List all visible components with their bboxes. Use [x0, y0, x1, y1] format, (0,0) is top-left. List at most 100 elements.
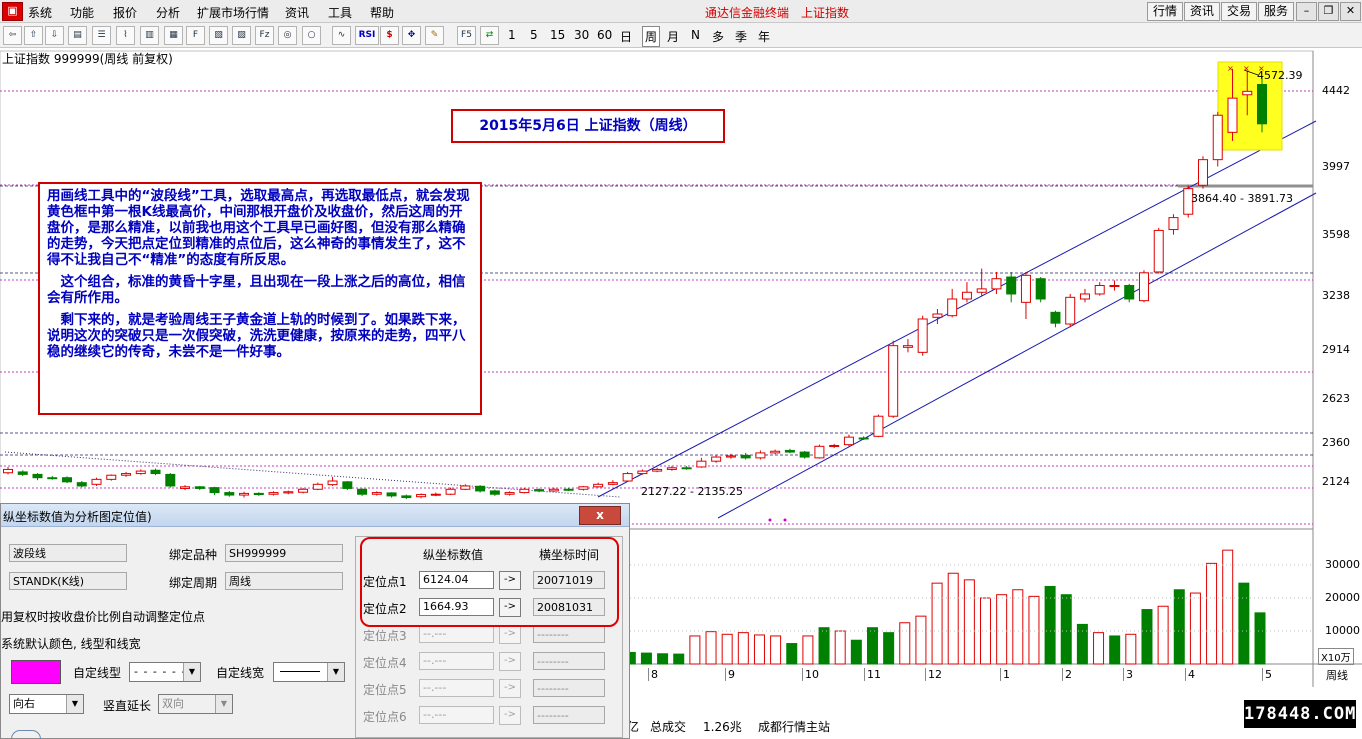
- point-marker: ×: [1243, 64, 1250, 73]
- f10-icon[interactable]: ▤: [68, 26, 87, 45]
- period-5min[interactable]: 5: [530, 28, 538, 42]
- rsi-icon[interactable]: RSI: [355, 26, 379, 45]
- btn-trade[interactable]: 交易: [1221, 2, 1257, 21]
- point-marker: ×: [1227, 64, 1234, 73]
- point-apply-button[interactable]: ->: [499, 706, 521, 725]
- period-15min[interactable]: 15: [550, 28, 565, 42]
- status-station: 成都行情主站: [758, 720, 831, 734]
- chevron-down-icon[interactable]: ▼: [183, 663, 200, 681]
- time-tick-label: 12: [925, 668, 942, 681]
- switch-icon[interactable]: ⇄: [480, 26, 499, 45]
- mid-annotation: 3864.40 - 3891.73: [1191, 192, 1293, 205]
- direction-select[interactable]: 向右 ▼: [9, 694, 84, 714]
- point-label: 定位点3: [363, 629, 407, 643]
- list-icon[interactable]: ☰: [92, 26, 111, 45]
- minimize-icon[interactable]: –: [1296, 2, 1317, 21]
- period-n[interactable]: N: [691, 28, 700, 42]
- note-paragraph-1: 用画线工具中的“波段线”工具，选取最高点，再选取最低点，就会发现黄色框中第一根K…: [47, 188, 470, 268]
- point-value-input[interactable]: --.---: [419, 679, 494, 697]
- move-icon[interactable]: ✥: [402, 26, 421, 45]
- finance-icon[interactable]: ▨: [232, 26, 251, 45]
- line-type-select[interactable]: - - - - - - ▼: [129, 662, 201, 682]
- dialog-close-icon[interactable]: x: [579, 506, 621, 525]
- candle-body: [62, 477, 73, 483]
- vertical-ext-select[interactable]: 双向 ▼: [158, 694, 233, 714]
- time-tick-label: 2: [1062, 668, 1072, 681]
- btn-info[interactable]: 资讯: [1184, 2, 1220, 21]
- candle-body: [1109, 284, 1120, 287]
- menu-function[interactable]: 功能: [70, 4, 94, 21]
- menu-tools[interactable]: 工具: [328, 4, 352, 21]
- chevron-down-icon[interactable]: ▼: [215, 695, 232, 713]
- volume-bar: [1109, 635, 1121, 665]
- volume-bar: [883, 632, 895, 665]
- candle-body: [32, 473, 43, 479]
- menu-help[interactable]: 帮助: [370, 4, 394, 21]
- candle-body: [312, 483, 323, 490]
- line-color-swatch[interactable]: [11, 660, 61, 684]
- refresh-icon[interactable]: ○: [302, 26, 321, 45]
- menu-system[interactable]: 系统: [28, 4, 52, 21]
- chevron-down-icon[interactable]: ▼: [327, 663, 344, 681]
- volume-bar: [947, 572, 959, 665]
- point-apply-button[interactable]: ->: [499, 679, 521, 698]
- volume-bar: [640, 652, 652, 665]
- candle-body: [932, 313, 943, 318]
- down-icon[interactable]: ⇩: [45, 26, 64, 45]
- up-icon[interactable]: ⇧: [24, 26, 43, 45]
- candle-body: [121, 473, 132, 476]
- back-icon[interactable]: ⇦: [3, 26, 22, 45]
- table-icon[interactable]: ▧: [209, 26, 228, 45]
- point-apply-button[interactable]: ->: [499, 652, 521, 671]
- point-value-input[interactable]: --.---: [419, 706, 494, 724]
- candle-body: [947, 298, 958, 317]
- high-annotation: 4572.39: [1257, 69, 1303, 82]
- point-value-input[interactable]: --.---: [419, 625, 494, 643]
- menu-info[interactable]: 资讯: [285, 4, 309, 21]
- line-width-select[interactable]: ▼: [273, 662, 345, 682]
- candle-body: [3, 468, 13, 474]
- fund-icon[interactable]: F: [186, 26, 205, 45]
- period-quarter[interactable]: 季: [735, 28, 747, 45]
- auto-adjust-option[interactable]: 用复权时按收盘价比例自动调整定位点: [1, 608, 205, 625]
- menu-analysis[interactable]: 分析: [156, 4, 180, 21]
- app-logo-icon[interactable]: ▣: [2, 2, 23, 21]
- line-chart-icon[interactable]: ⌇: [116, 26, 135, 45]
- period-multi[interactable]: 多: [712, 28, 724, 45]
- candle-body: [76, 482, 87, 487]
- period-year[interactable]: 年: [758, 28, 770, 45]
- period-week[interactable]: 周: [642, 26, 661, 47]
- fiz-icon[interactable]: Fz: [255, 26, 274, 45]
- candle-body: [711, 456, 722, 462]
- period-1min[interactable]: 1: [508, 28, 516, 42]
- kline-icon[interactable]: ▥: [140, 26, 159, 45]
- wave-icon[interactable]: ∿: [332, 26, 351, 45]
- restore-icon[interactable]: ❐: [1318, 2, 1339, 21]
- candle-body: [770, 450, 781, 454]
- period-month[interactable]: 月: [667, 28, 679, 45]
- chevron-down-icon[interactable]: ▼: [66, 695, 83, 713]
- candle-body: [666, 467, 677, 470]
- point-apply-button[interactable]: ->: [499, 625, 521, 644]
- grid-icon[interactable]: ▦: [164, 26, 183, 45]
- point-value-input[interactable]: --.---: [419, 652, 494, 670]
- candle-body: [209, 487, 220, 494]
- dialog-titlebar[interactable]: 纵坐标数值为分析图定位值) x: [1, 504, 629, 527]
- btn-quote[interactable]: 行情: [1147, 2, 1183, 21]
- menu-quote[interactable]: 报价: [113, 4, 137, 21]
- note-paragraph-3: 剩下来的，就是考验周线王子黄金道上轨的时候到了。如果跌下来，说明这次的突破只是一…: [47, 312, 466, 360]
- draw-pen-icon[interactable]: ✎: [425, 26, 444, 45]
- period-60min[interactable]: 60: [597, 28, 612, 42]
- default-style-option[interactable]: 系统默认颜色, 线型和线宽: [1, 635, 141, 652]
- dollar-icon[interactable]: $: [380, 26, 399, 45]
- news-icon[interactable]: ◎: [278, 26, 297, 45]
- f5-icon[interactable]: F5: [457, 26, 476, 45]
- candle-body: [1153, 229, 1164, 273]
- menu-extended-market[interactable]: 扩展市场行情: [197, 4, 269, 21]
- color-wheel-icon[interactable]: [11, 730, 41, 739]
- period-30min[interactable]: 30: [574, 28, 589, 42]
- marker-dot: [783, 518, 787, 522]
- period-day[interactable]: 日: [620, 28, 632, 45]
- btn-service[interactable]: 服务: [1258, 2, 1294, 21]
- close-icon[interactable]: ✕: [1340, 2, 1361, 21]
